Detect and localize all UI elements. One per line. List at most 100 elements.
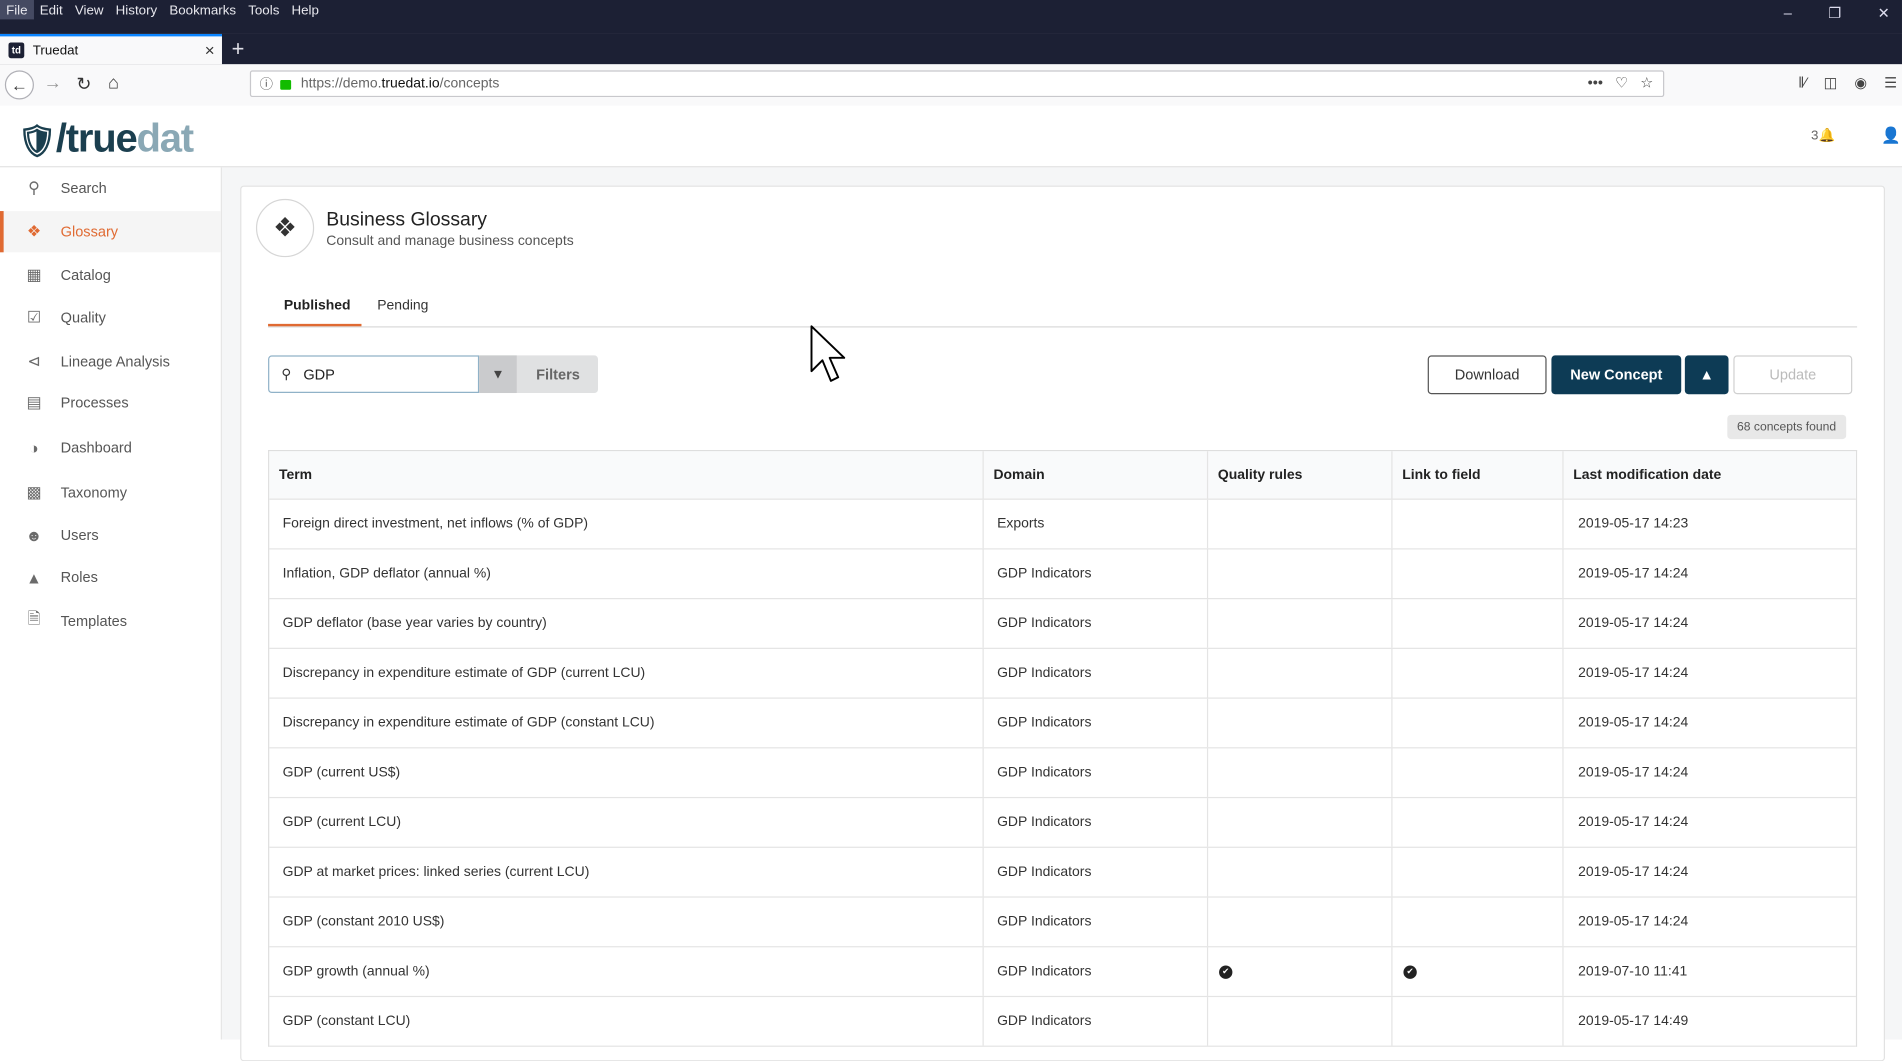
page-title: Business Glossary <box>326 209 488 231</box>
sidebar-item-quality[interactable]: ☑ Quality <box>0 297 221 338</box>
sidebar-item-lineage[interactable]: ⊲ Lineage Analysis <box>0 341 221 382</box>
table-header: Term Domain Quality rules Link to field … <box>269 451 1856 500</box>
sidebar-item-search[interactable]: ⚲ Search <box>0 167 221 208</box>
cell-quality-rules <box>1208 798 1393 847</box>
tab-strip: td Truedat × + <box>0 33 1902 65</box>
back-icon[interactable]: ← <box>4 70 34 100</box>
info-icon[interactable]: ⓘ <box>260 74 273 93</box>
tab-pending[interactable]: Pending <box>377 298 428 313</box>
update-button[interactable]: Update <box>1733 355 1853 395</box>
reload-icon[interactable]: ↻ <box>76 73 91 95</box>
restore-icon[interactable]: ❐ <box>1828 5 1841 22</box>
check-circle-icon: ✔ <box>1219 964 1233 979</box>
sidebar-item-glossary[interactable]: ❖ Glossary <box>0 211 221 253</box>
forward-icon[interactable]: → <box>44 73 62 94</box>
upload-button[interactable]: ▲ <box>1684 355 1729 395</box>
search-box: ⚲ <box>268 355 480 394</box>
cell-link-to-field <box>1393 997 1564 1046</box>
menu-tools[interactable]: Tools <box>242 0 285 19</box>
table-row[interactable]: GDP deflator (base year varies by countr… <box>269 599 1856 649</box>
sidebar-item-catalog[interactable]: ▦ Catalog <box>0 255 221 296</box>
table-row[interactable]: Inflation, GDP deflator (annual %) GDP In… <box>269 549 1856 600</box>
column-header-last-modification[interactable]: Last modification date <box>1564 451 1856 498</box>
sidebar-item-label: Roles <box>60 568 98 586</box>
filters-button[interactable]: ▼ Filters <box>479 355 599 394</box>
cell-last-modification: 2019-05-17 14:49 <box>1578 1014 1689 1029</box>
pocket-icon[interactable]: ♡ <box>1615 74 1628 91</box>
users-icon: ☻ <box>25 525 43 545</box>
minimize-icon[interactable]: – <box>1784 5 1792 22</box>
menu-bookmarks[interactable]: Bookmarks <box>163 0 242 19</box>
results-count-badge: 68 concepts found <box>1727 414 1846 440</box>
bell-icon: 🔔 <box>1818 128 1836 144</box>
concepts-table: Term Domain Quality rules Link to field … <box>268 450 1858 1047</box>
nav-bar: ← → ↻ ⌂ ⓘ https://demo.truedat.io/concep… <box>0 64 1902 107</box>
sidebar-toggle-icon[interactable]: ◫ <box>1824 74 1838 91</box>
account-icon[interactable]: ◉ <box>1854 74 1867 91</box>
menu-view[interactable]: View <box>69 0 110 19</box>
download-button[interactable]: Download <box>1427 355 1547 395</box>
page-actions-icon[interactable]: ••• <box>1588 74 1603 91</box>
menu-help[interactable]: Help <box>285 0 325 19</box>
sidebar-item-label: Templates <box>60 612 128 630</box>
filters-label: Filters <box>536 365 580 383</box>
truedat-logo[interactable]: 🛡/truedat <box>17 115 194 161</box>
cell-domain: GDP Indicators <box>984 549 1209 599</box>
sidebar-item-label: Search <box>60 179 107 197</box>
cell-link-to-field <box>1393 798 1564 847</box>
cell-last-modification: 2019-05-17 14:24 <box>1578 715 1689 731</box>
tab-published[interactable]: Published <box>284 298 351 313</box>
lock-icon <box>280 80 292 90</box>
new-tab-icon[interactable]: + <box>232 36 245 61</box>
column-header-term[interactable]: Term <box>269 451 984 499</box>
check-circle-icon: ✔ <box>1403 964 1417 979</box>
bookmark-star-icon[interactable]: ☆ <box>1640 74 1653 91</box>
close-tab-icon[interactable]: × <box>205 40 215 59</box>
hamburger-menu-icon[interactable]: ☰ <box>1884 74 1897 91</box>
notifications-button[interactable]: 3🔔 <box>1811 127 1836 144</box>
cell-term: GDP (current US$) <box>269 748 984 797</box>
sidebar-item-processes[interactable]: ▤ Processes <box>0 382 221 423</box>
cell-quality-rules <box>1208 648 1393 698</box>
menu-file[interactable]: File <box>0 0 34 20</box>
column-header-link-to-field[interactable]: Link to field <box>1393 451 1564 499</box>
menu-edit[interactable]: Edit <box>34 0 69 19</box>
cell-quality-rules <box>1208 847 1393 897</box>
table-row[interactable]: GDP (constant LCU) GDP Indicators 2019-05-… <box>269 997 1856 1047</box>
sidebar-item-label: Quality <box>60 309 106 327</box>
url-bar[interactable]: ⓘ https://demo.truedat.io/concepts ••• ♡… <box>249 70 1665 98</box>
close-window-icon[interactable]: ✕ <box>1878 5 1890 22</box>
sidebar-item-templates[interactable]: 🗎 Templates <box>0 600 221 641</box>
cell-last-modification: 2019-05-17 14:24 <box>1578 665 1689 681</box>
menu-history[interactable]: History <box>110 0 164 19</box>
sidebar-item-label: Catalog <box>60 266 111 284</box>
sidebar-item-taxonomy[interactable]: ▩ Taxonomy <box>0 472 221 513</box>
sidebar-item-users[interactable]: ☻ Users <box>0 514 221 555</box>
column-header-domain[interactable]: Domain <box>984 451 1209 499</box>
library-icon[interactable]: ‖⁄ <box>1798 74 1806 91</box>
table-row[interactable]: GDP growth (annual %) GDP Indicators ✔ ✔ 201… <box>269 947 1856 998</box>
table-row[interactable]: Discrepancy in expenditure estimate of G… <box>269 698 1856 749</box>
cell-domain: GDP Indicators <box>984 648 1209 698</box>
cell-link-to-field <box>1393 847 1564 897</box>
table-row[interactable]: GDP (constant 2010 US$) GDP Indicators 201… <box>269 897 1856 948</box>
sidebar-item-dashboard[interactable]: ◑ Dashboard <box>0 427 221 468</box>
sidebar-item-roles[interactable]: ▲ Roles <box>0 557 221 598</box>
search-icon: ⚲ <box>28 178 40 197</box>
table-row[interactable]: Foreign direct investment, net inflows (… <box>269 499 1856 550</box>
user-menu-icon[interactable]: 👤 <box>1881 126 1901 145</box>
cell-link-to-field <box>1393 648 1564 698</box>
search-icon: ⚲ <box>281 367 292 383</box>
browser-tab[interactable]: td Truedat × <box>0 33 222 65</box>
table-row[interactable]: GDP (current LCU) GDP Indicators 2019-05-1… <box>269 798 1856 848</box>
new-concept-button[interactable]: New Concept <box>1551 355 1682 395</box>
cell-term: Discrepancy in expenditure estimate of G… <box>269 698 984 748</box>
table-row[interactable]: GDP (current US$) GDP Indicators 2019-05-1… <box>269 748 1856 799</box>
sitemap-icon: ▩ <box>26 482 42 501</box>
table-row[interactable]: GDP at market prices: linked series (cur… <box>269 847 1856 898</box>
column-header-quality-rules[interactable]: Quality rules <box>1208 451 1393 499</box>
table-row[interactable]: Discrepancy in expenditure estimate of G… <box>269 648 1856 699</box>
home-icon[interactable]: ⌂ <box>108 73 119 94</box>
search-input[interactable] <box>300 364 464 384</box>
cell-quality-rules <box>1208 897 1393 947</box>
